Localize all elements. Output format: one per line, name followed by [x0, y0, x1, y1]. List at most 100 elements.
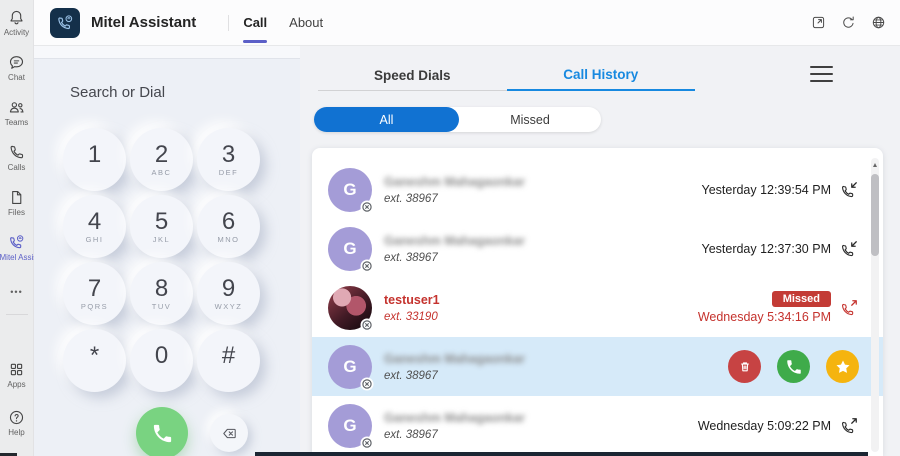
call-history-row-missed[interactable]: testuser1 ext. 33190 Missed Wednesday 5:…: [312, 278, 883, 337]
favorite-button[interactable]: [826, 350, 859, 383]
contact-extension: ext. 38967: [384, 252, 525, 264]
phone-icon: [785, 358, 803, 376]
dialpad-key-0[interactable]: 0: [130, 329, 193, 392]
tab-call-label: Call: [243, 15, 267, 30]
sidebar-item-label: Help: [0, 428, 34, 437]
dialpad-key-2[interactable]: 2 ABC: [130, 128, 193, 191]
tab-about[interactable]: About: [289, 0, 323, 46]
call-history-row[interactable]: G Ganeshm Mahagaonkar ext. 38967 Yesterd…: [312, 160, 883, 219]
app-logo: [50, 8, 80, 38]
rail-divider: [6, 314, 28, 315]
contact-name: Ganeshm Mahagaonkar: [384, 352, 525, 366]
sidebar-item-help[interactable]: Help: [0, 408, 34, 453]
header-divider: [228, 15, 229, 31]
backspace-button[interactable]: [210, 414, 248, 452]
contact-name: testuser1: [384, 293, 440, 307]
dial-pad: 1 2 ABC 3 DEF 4 GHI 5 JKL 6 MNO: [61, 126, 262, 394]
file-icon: [7, 188, 26, 207]
globe-icon[interactable]: [870, 14, 887, 31]
people-icon: [7, 98, 26, 117]
call-history-row[interactable]: G Ganeshm Mahagaonkar ext. 38967 Yesterd…: [312, 219, 883, 278]
avatar: G: [328, 227, 372, 271]
dialpad-key-hash[interactable]: #: [197, 329, 260, 392]
missed-call-icon: [839, 298, 859, 318]
tab-call[interactable]: Call: [243, 0, 267, 46]
refresh-icon[interactable]: [840, 14, 857, 31]
scrollbar-up-icon[interactable]: [873, 163, 877, 167]
tab-speed-dials[interactable]: Speed Dials: [318, 60, 507, 91]
more-icon: [10, 282, 22, 300]
dialpad-key-5[interactable]: 5 JKL: [130, 195, 193, 258]
presence-offline-icon: [360, 318, 374, 332]
sidebar-item-mitel-assistant[interactable]: Mitel Assist...: [0, 233, 34, 278]
popout-icon[interactable]: [810, 14, 827, 31]
incoming-call-icon: [839, 180, 859, 200]
dialer-panel: 1 2 ABC 3 DEF 4 GHI 5 JKL 6 MNO: [34, 46, 300, 456]
sidebar-item-label: Chat: [0, 73, 34, 82]
sidebar-item-label: Teams: [0, 118, 34, 127]
avatar-photo: [328, 286, 372, 330]
dialpad-key-8[interactable]: 8 TUV: [130, 262, 193, 325]
incoming-call-icon: [839, 239, 859, 259]
history-panel: Speed Dials Call History All Missed G Ga…: [300, 46, 900, 456]
sidebar-item-label: Files: [0, 208, 34, 217]
call-history-row[interactable]: G Ganeshm Mahagaonkar ext. 38967 Wednesd…: [312, 396, 883, 455]
dialpad-key-9[interactable]: 9 WXYZ: [197, 262, 260, 325]
avatar: G: [328, 404, 372, 448]
taskbar-edge: [255, 452, 868, 456]
sidebar-item-label: Apps: [0, 380, 34, 389]
presence-offline-icon: [360, 200, 374, 214]
presence-offline-icon: [360, 259, 374, 273]
help-icon: [7, 408, 26, 427]
bell-icon: [7, 8, 26, 27]
app-title: Mitel Assistant: [91, 14, 196, 31]
sidebar-item-more[interactable]: [0, 278, 34, 304]
sidebar-item-teams[interactable]: Teams: [0, 98, 34, 143]
sidebar-item-label: Activity: [0, 28, 34, 37]
contact-name: Ganeshm Mahagaonkar: [384, 175, 525, 189]
menu-icon[interactable]: [810, 66, 833, 82]
search-or-dial-input[interactable]: [70, 84, 280, 101]
sidebar-item-files[interactable]: Files: [0, 188, 34, 233]
call-timestamp: Wednesday 5:34:16 PM: [698, 310, 831, 324]
sidebar-item-activity[interactable]: Activity: [0, 8, 34, 53]
tab-call-history[interactable]: Call History: [507, 60, 696, 91]
apps-grid-icon: [7, 360, 26, 379]
contact-extension: ext. 33190: [384, 311, 440, 323]
app-window: Activity Chat Teams Calls Files Mitel As…: [0, 0, 900, 456]
call-history-card: G Ganeshm Mahagaonkar ext. 38967 Yesterd…: [312, 148, 883, 456]
phone-icon: [151, 422, 174, 445]
filter-missed[interactable]: Missed: [459, 107, 601, 132]
dialpad-key-3[interactable]: 3 DEF: [197, 128, 260, 191]
mitel-logo-icon: [55, 13, 75, 33]
dialpad-key-star[interactable]: *: [63, 329, 126, 392]
call-timestamp: Yesterday 12:37:30 PM: [702, 242, 832, 256]
call-timestamp: Yesterday 12:39:54 PM: [702, 183, 832, 197]
sidebar-item-label: Mitel Assist...: [0, 253, 34, 262]
dialpad-key-1[interactable]: 1: [63, 128, 126, 191]
dialpad-key-7[interactable]: 7 PQRS: [63, 262, 126, 325]
contact-extension: ext. 38967: [384, 193, 525, 205]
contact-name: Ganeshm Mahagaonkar: [384, 234, 525, 248]
dialpad-key-6[interactable]: 6 MNO: [197, 195, 260, 258]
scrollbar-track[interactable]: [871, 158, 879, 452]
dialpad-key-4[interactable]: 4 GHI: [63, 195, 126, 258]
star-icon: [833, 357, 853, 377]
phone-bubble-icon: [7, 233, 26, 252]
call-history-row-selected[interactable]: G Ganeshm Mahagaonkar ext. 38967: [312, 337, 883, 396]
sidebar-item-calls[interactable]: Calls: [0, 143, 34, 188]
avatar: G: [328, 345, 372, 389]
trash-icon: [736, 358, 754, 376]
app-header: Mitel Assistant Call About: [34, 0, 900, 46]
dial-call-button[interactable]: [136, 407, 188, 456]
call-back-button[interactable]: [777, 350, 810, 383]
sidebar-item-label: Calls: [0, 163, 34, 172]
filter-all[interactable]: All: [314, 107, 459, 132]
delete-call-button[interactable]: [728, 350, 761, 383]
contact-extension: ext. 38967: [384, 429, 525, 441]
scrollbar-thumb[interactable]: [871, 174, 879, 256]
sidebar-item-chat[interactable]: Chat: [0, 53, 34, 98]
chat-icon: [7, 53, 26, 72]
sidebar-item-apps[interactable]: Apps: [0, 360, 34, 405]
history-tabs: Speed Dials Call History: [318, 60, 695, 91]
